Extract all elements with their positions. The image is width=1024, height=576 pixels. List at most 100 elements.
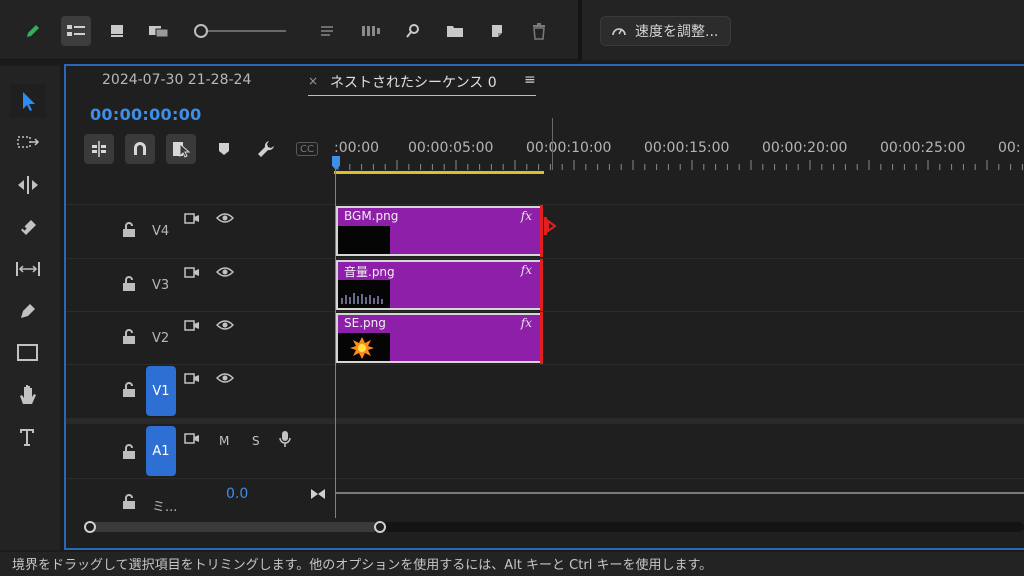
- zoom-slider-track[interactable]: [208, 30, 286, 32]
- zoom-slider[interactable]: [194, 24, 286, 38]
- slip-tool[interactable]: [10, 252, 46, 286]
- track-header-v4: V4: [66, 206, 334, 258]
- track-header-a1: A1 M S: [66, 424, 334, 478]
- ripple-edit-tool[interactable]: [10, 168, 46, 202]
- add-marker-button[interactable]: [209, 134, 239, 164]
- track-name-v4[interactable]: V4: [152, 224, 169, 239]
- speed-toolbar: 速度を調整...: [582, 0, 1024, 60]
- playhead-line[interactable]: [335, 166, 336, 518]
- clip-thumbnail: [338, 280, 390, 308]
- eye-icon[interactable]: [215, 212, 235, 228]
- lock-icon[interactable]: [122, 444, 136, 464]
- project-toolbar: [0, 0, 578, 60]
- mix-volume-line[interactable]: [336, 492, 1024, 494]
- sync-lock-icon[interactable]: [184, 372, 200, 390]
- mix-volume-value[interactable]: 0.0: [226, 486, 248, 502]
- clip-name: 音量.png: [344, 265, 395, 279]
- track-name-v2[interactable]: V2: [152, 331, 169, 346]
- linked-selection-button[interactable]: [166, 134, 196, 164]
- adjust-speed-button[interactable]: 速度を調整...: [600, 16, 732, 46]
- new-bin-icon[interactable]: [440, 16, 470, 46]
- sequence-tabs: 2024-07-30 21-28-24 × ネストされたシーケンス 0 ≡: [66, 66, 1024, 96]
- clip-thumbnail: [338, 226, 390, 254]
- captions-button[interactable]: CC: [296, 142, 318, 156]
- fx-badge[interactable]: fx: [521, 209, 532, 223]
- lock-icon[interactable]: [122, 222, 136, 242]
- scroll-zoom-handle-right[interactable]: [374, 521, 386, 533]
- track-name-v3[interactable]: V3: [152, 278, 169, 293]
- hand-tool[interactable]: [10, 378, 46, 412]
- freeform-view-icon[interactable]: [144, 16, 174, 46]
- track-header-v2: V2: [66, 313, 334, 365]
- track-divider: [66, 478, 1024, 479]
- track-header-v1: V1: [66, 366, 334, 418]
- sync-lock-icon[interactable]: [184, 266, 200, 284]
- razor-icon: [21, 220, 36, 235]
- sync-lock-icon[interactable]: [184, 319, 200, 337]
- fx-badge[interactable]: fx: [521, 263, 532, 277]
- new-item-icon[interactable]: [482, 16, 512, 46]
- scroll-zoom-handle-left[interactable]: [84, 521, 96, 533]
- automate-icon[interactable]: [356, 16, 386, 46]
- trim-edge[interactable]: [540, 259, 543, 311]
- rectangle-tool[interactable]: [10, 336, 46, 370]
- lock-icon[interactable]: [122, 382, 136, 402]
- clip-bgm[interactable]: BGM.png fx: [336, 206, 542, 256]
- ruler-label: 00:00:10:00: [526, 140, 612, 156]
- lock-icon[interactable]: [122, 329, 136, 349]
- playhead-timecode[interactable]: 00:00:00:00: [90, 105, 202, 124]
- source-patch-v1[interactable]: V1: [146, 366, 176, 416]
- sync-lock-icon[interactable]: [184, 212, 200, 230]
- mix-track-name[interactable]: ミ...: [152, 496, 177, 515]
- icon-view-icon[interactable]: [102, 16, 132, 46]
- mute-button[interactable]: M: [219, 434, 229, 448]
- eye-icon[interactable]: [215, 372, 235, 388]
- hand-icon: [20, 385, 36, 404]
- type-tool[interactable]: [10, 420, 46, 454]
- selection-tool[interactable]: [10, 84, 46, 118]
- zoom-slider-knob[interactable]: [194, 24, 208, 38]
- trim-edge[interactable]: [540, 312, 543, 364]
- ruler-ticks: [337, 160, 1023, 170]
- linked-selection-icon: [173, 142, 191, 158]
- eye-icon[interactable]: [215, 266, 235, 282]
- search-icon[interactable]: [398, 16, 428, 46]
- clip-se[interactable]: SE.png fx: [336, 313, 542, 363]
- razor-tool[interactable]: [10, 210, 46, 244]
- nest-toggle-button[interactable]: [84, 134, 114, 164]
- lock-icon[interactable]: [122, 276, 136, 296]
- pen-tool[interactable]: [10, 294, 46, 328]
- microphone-icon[interactable]: [279, 430, 291, 452]
- source-patch-a1[interactable]: A1: [146, 426, 176, 476]
- status-bar: 境界をドラッグして選択項目をトリミングします。他のオプションを使用するには、Al…: [0, 552, 1024, 576]
- eye-icon[interactable]: [215, 319, 235, 335]
- sort-icon[interactable]: [312, 16, 342, 46]
- solo-button[interactable]: S: [252, 434, 260, 448]
- rectangle-icon: [17, 344, 38, 361]
- clip-volume[interactable]: 音量.png fx: [336, 260, 542, 310]
- timeline-settings-button[interactable]: [251, 134, 281, 164]
- fx-badge[interactable]: fx: [521, 316, 532, 330]
- sync-lock-icon[interactable]: [184, 432, 200, 450]
- tab-menu-icon[interactable]: ≡: [524, 72, 536, 88]
- snap-button[interactable]: [125, 134, 155, 164]
- ruler-label: 00:: [998, 140, 1021, 156]
- nest-icon: [92, 141, 106, 157]
- pen-tool-icon: [21, 304, 35, 318]
- pen-icon[interactable]: [18, 16, 48, 46]
- ripple-edit-icon: [18, 176, 38, 194]
- lock-icon[interactable]: [122, 494, 136, 514]
- tab-close-icon[interactable]: ×: [308, 74, 318, 88]
- clip-thumbnail: [338, 333, 390, 361]
- track-select-tool[interactable]: [10, 126, 46, 160]
- go-to-in-out-icon[interactable]: [310, 488, 326, 504]
- tab-sequence-1[interactable]: 2024-07-30 21-28-24: [102, 72, 251, 88]
- magnet-icon: [134, 142, 146, 155]
- tab-nested-sequence[interactable]: ネストされたシーケンス 0: [330, 72, 497, 92]
- trash-icon[interactable]: [524, 16, 554, 46]
- work-area-bar[interactable]: [334, 171, 544, 174]
- list-view-icon[interactable]: [61, 16, 91, 46]
- timeline-scroll-thumb[interactable]: [86, 522, 378, 532]
- timeline-panel: 2024-07-30 21-28-24 × ネストされたシーケンス 0 ≡ 00…: [64, 64, 1024, 550]
- time-ruler[interactable]: :00:00 00:00:05:00 00:00:10:00 00:00:15:…: [334, 126, 1024, 176]
